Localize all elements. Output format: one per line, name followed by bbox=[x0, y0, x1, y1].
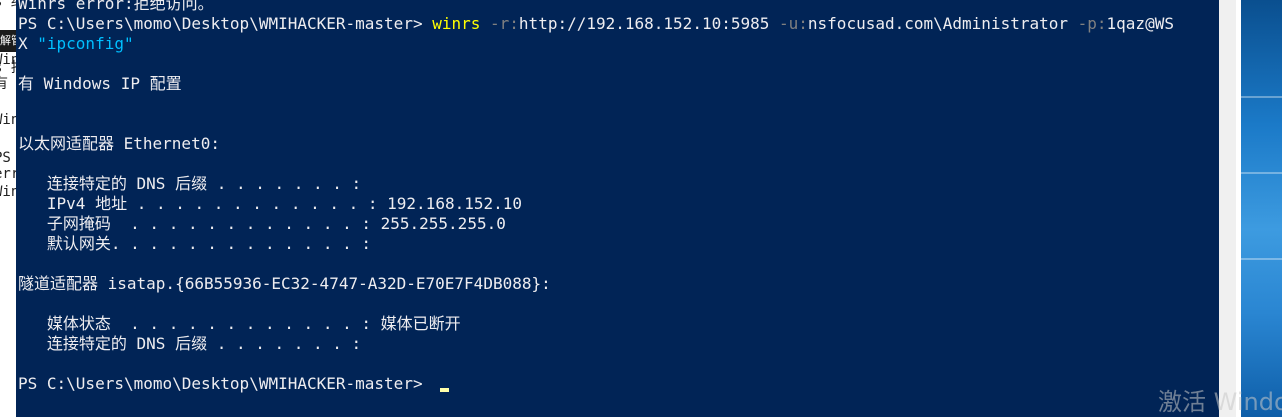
background-window-text: err bbox=[0, 166, 16, 182]
console-text-segment: 媒体状态 . . . . . . . . . . . . : 媒体已断开 bbox=[18, 314, 461, 333]
console-line: X "ipconfig" bbox=[18, 34, 1174, 54]
console-line: 隧道适配器 isatap.{66B55936-EC32-4747-A32D-E7… bbox=[18, 274, 1174, 294]
console-text-segment: http://192.168.152.10:5985 bbox=[518, 14, 770, 33]
background-window-text: Win bbox=[0, 112, 16, 128]
console-line: 默认网关. . . . . . . . . . . . . : bbox=[18, 234, 1174, 254]
console-text-segment: -u: bbox=[769, 14, 808, 33]
console-text-segment: 隧道适配器 isatap.{66B55936-EC32-4747-A32D-E7… bbox=[18, 274, 551, 293]
console-text-segment: 子网掩码 . . . . . . . . . . . . : 255.255.2… bbox=[18, 214, 506, 233]
desktop-area bbox=[1219, 0, 1282, 417]
console-text-segment: 连接特定的 DNS 后缀 . . . . . . . : bbox=[18, 174, 362, 193]
console-line: PS C:\Users\momo\Desktop\WMIHACKER-maste… bbox=[18, 374, 1174, 394]
console-line: 连接特定的 DNS 后缀 . . . . . . . : bbox=[18, 174, 1174, 194]
console-text-segment: 以太网适配器 Ethernet0: bbox=[18, 134, 220, 153]
desktop-wallpaper bbox=[1241, 0, 1282, 417]
background-window-text: PS F bbox=[0, 150, 11, 166]
console-line: 有 Windows IP 配置 bbox=[18, 74, 1174, 94]
console-scrollbar[interactable] bbox=[1219, 0, 1236, 417]
background-window-edge[interactable]: s 终Wins 拒有WinPS FerrWin解管 bbox=[0, 0, 16, 417]
console-line: PS C:\Users\momo\Desktop\WMIHACKER-maste… bbox=[18, 14, 1174, 34]
wallpaper-pane-line bbox=[1241, 96, 1282, 98]
activate-windows-watermark: 激活 Windo bbox=[1158, 388, 1282, 416]
console-text-segment: -r: bbox=[480, 14, 519, 33]
console-text-segment: X bbox=[18, 34, 38, 53]
console-line: IPv4 地址 . . . . . . . . . . . . : 192.16… bbox=[18, 194, 1174, 214]
console-text-segment: PS C:\Users\momo\Desktop\WMIHACKER-maste… bbox=[18, 374, 433, 393]
console-text-segment: IPv4 地址 . . . . . . . . . . . . : 192.16… bbox=[18, 194, 523, 213]
desktop-screen: s 终Wins 拒有WinPS FerrWin解管 Winrs error:拒绝… bbox=[0, 0, 1282, 417]
console-text-segment: nsfocusad.com\Administrator bbox=[807, 14, 1068, 33]
console-text-segment: "ipconfig" bbox=[37, 34, 134, 53]
console-text-segment: PS C:\Users\momo\Desktop\WMIHACKER-maste… bbox=[18, 14, 433, 33]
wallpaper-pane-line bbox=[1241, 172, 1282, 174]
background-window-text: Win bbox=[0, 184, 16, 200]
console-line: 以太网适配器 Ethernet0: bbox=[18, 134, 1174, 154]
console-text-segment: 连接特定的 DNS 后缀 . . . . . . . : bbox=[18, 334, 362, 353]
console-line: 连接特定的 DNS 后缀 . . . . . . . : bbox=[18, 334, 1174, 354]
background-window-tab[interactable]: 解管 bbox=[0, 30, 16, 52]
console-text-segment: 默认网关. . . . . . . . . . . . . : bbox=[18, 234, 371, 253]
wallpaper-pane-line bbox=[1241, 258, 1282, 260]
background-window-text: 有 bbox=[0, 76, 8, 92]
background-window-text: s 终 bbox=[0, 0, 16, 10]
console-text-segment: 1qaz@WS bbox=[1106, 14, 1174, 33]
console-text-segment: 有 Windows IP 配置 bbox=[18, 74, 182, 93]
console-line: Winrs error:拒绝访问。 bbox=[18, 0, 1174, 14]
console-output: Winrs error:拒绝访问。 PS C:\Users\momo\Deskto… bbox=[18, 0, 1174, 394]
background-window-text: s 拒 bbox=[0, 60, 16, 76]
console-text-segment: Winrs error:拒绝访问。 bbox=[18, 0, 214, 13]
console-text-segment: -p: bbox=[1068, 14, 1107, 33]
console-text-segment: winrs bbox=[432, 14, 481, 33]
console-line: 子网掩码 . . . . . . . . . . . . : 255.255.2… bbox=[18, 214, 1174, 234]
powershell-console[interactable]: Winrs error:拒绝访问。 PS C:\Users\momo\Deskto… bbox=[16, 0, 1219, 417]
console-line: 媒体状态 . . . . . . . . . . . . : 媒体已断开 bbox=[18, 314, 1174, 334]
text-cursor bbox=[440, 388, 450, 392]
